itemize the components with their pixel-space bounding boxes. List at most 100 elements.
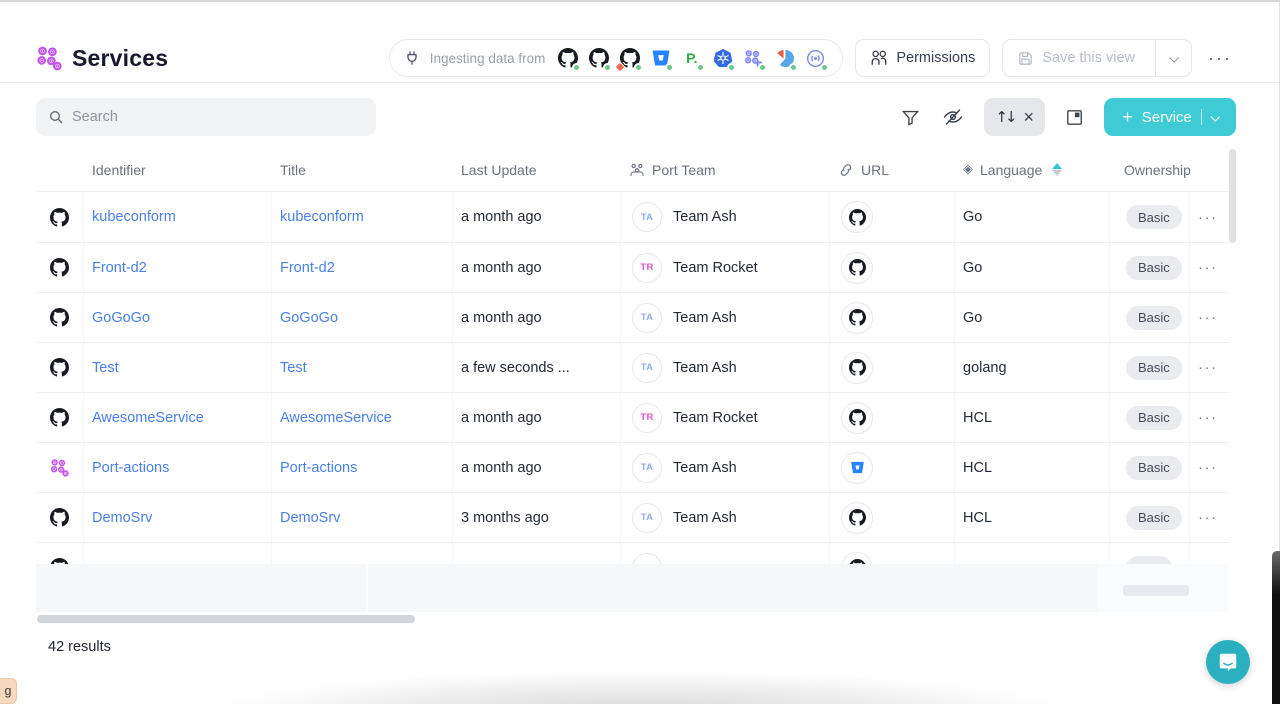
sort-indicator[interactable] — [1052, 163, 1062, 176]
identifier-link[interactable]: DemoSrv — [92, 510, 152, 526]
url-link-button[interactable] — [841, 201, 873, 233]
identifier-link[interactable]: AwesomeService — [92, 410, 204, 426]
github-integration-icon[interactable] — [557, 48, 578, 69]
team-avatar[interactable]: TA — [632, 503, 662, 533]
url-link-button[interactable] — [841, 352, 873, 384]
github-integration-icon[interactable] — [588, 48, 609, 69]
identifier-link[interactable]: Port-actions — [92, 460, 169, 476]
title-link[interactable]: AwesomeService — [280, 410, 392, 426]
bottom-sheet-shadow — [100, 658, 1180, 704]
identifier-link[interactable]: kubeconform — [92, 209, 176, 225]
title-link[interactable]: DemoSrv — [280, 510, 340, 526]
identifier-link[interactable]: Test — [92, 360, 119, 376]
column-header-language[interactable]: ◈Language — [955, 162, 1110, 178]
table-row[interactable]: Front-d2 Front-d2 a month ago TRTeam Roc… — [36, 242, 1229, 292]
identifier-link[interactable]: GoGoGo — [92, 310, 150, 326]
bitbucket-integration-icon[interactable] — [650, 48, 671, 69]
identifier-link[interactable]: Front-d2 — [92, 260, 147, 276]
add-service-button[interactable]: + Service — [1104, 98, 1236, 136]
header-actions: Ingesting data from P. Permissions Save … — [389, 39, 1236, 77]
title-link[interactable]: Front-d2 — [280, 260, 335, 276]
team-avatar[interactable]: TA — [632, 453, 662, 483]
table-header-row: Identifier Title Last Update Port Team U… — [36, 148, 1229, 192]
permissions-button[interactable]: Permissions — [855, 39, 990, 77]
title-link[interactable]: GoGoGo — [280, 310, 338, 326]
save-view-button[interactable]: Save this view — [1002, 39, 1192, 77]
column-header-url[interactable]: URL — [830, 162, 955, 178]
row-menu-button[interactable]: ··· — [1198, 209, 1218, 226]
horizontal-scrollbar[interactable] — [37, 615, 415, 623]
ownership-badge: Basic — [1126, 306, 1182, 330]
api-integration-icon[interactable] — [805, 48, 826, 69]
team-icon — [629, 162, 645, 178]
sort-active-pill[interactable]: ↑↓ × — [984, 98, 1045, 136]
title-link[interactable]: Port-actions — [280, 460, 357, 476]
vertical-scrollbar[interactable] — [1229, 149, 1236, 243]
group-by-button[interactable] — [1063, 106, 1086, 129]
row-menu-button[interactable]: ··· — [1198, 359, 1218, 376]
status-dot — [665, 63, 674, 72]
permissions-label: Permissions — [896, 50, 975, 66]
hide-columns-button[interactable] — [940, 104, 966, 130]
kubernetes-integration-icon[interactable] — [712, 48, 733, 69]
table-row[interactable]: AwesomeService AwesomeService a month ag… — [36, 392, 1229, 442]
save-view-label: Save this view — [1042, 50, 1135, 66]
save-view-main[interactable]: Save this view — [1003, 40, 1147, 76]
table-body: kubeconform kubeconform a month ago TATe… — [36, 192, 1229, 592]
column-header-last-update[interactable]: Last Update — [453, 162, 621, 178]
language-text: golang — [963, 360, 1007, 376]
results-count: 42 results — [48, 639, 111, 655]
table-row[interactable]: GoGoGo GoGoGo a month ago TATeam Ash Go … — [36, 292, 1229, 342]
column-header-ownership[interactable]: Ownership — [1110, 162, 1190, 178]
sort-icon: ↑↓ — [995, 108, 1014, 126]
url-link-button[interactable] — [841, 402, 873, 434]
table-row[interactable]: DemoSrv DemoSrv 3 months ago TATeam Ash … — [36, 492, 1229, 542]
last-update-text: a month ago — [461, 209, 542, 225]
table-row[interactable]: Port-actions Port-actions a month ago TA… — [36, 442, 1229, 492]
intercom-chat-button[interactable] — [1206, 640, 1250, 684]
search-input[interactable] — [72, 109, 364, 125]
column-header-identifier[interactable]: Identifier — [84, 162, 272, 178]
last-update-text: a few seconds ... — [461, 360, 570, 376]
last-update-text: 3 months ago — [461, 510, 549, 526]
corner-widget-badge[interactable]: g — [0, 678, 17, 704]
port-integration-icon[interactable] — [743, 48, 764, 69]
property-icon: ◈ — [963, 162, 973, 177]
filter-button[interactable] — [899, 106, 922, 129]
table-row[interactable]: kubeconform kubeconform a month ago TATe… — [36, 192, 1229, 242]
ownership-badge: Basic — [1126, 256, 1182, 280]
row-menu-button[interactable]: ··· — [1198, 509, 1218, 526]
table-row[interactable]: Test Test a few seconds ... TATeam Ash g… — [36, 342, 1229, 392]
team-avatar[interactable]: TA — [632, 202, 662, 232]
save-view-caret[interactable] — [1155, 40, 1191, 76]
team-avatar[interactable]: TR — [632, 403, 662, 433]
search-box[interactable] — [36, 98, 376, 136]
github-alert-integration-icon[interactable] — [619, 48, 640, 69]
title-link[interactable]: Test — [280, 360, 307, 376]
team-avatar[interactable]: TA — [632, 353, 662, 383]
row-menu-button[interactable]: ··· — [1198, 309, 1218, 326]
team-avatar[interactable]: TR — [632, 253, 662, 283]
chevron-down-icon[interactable] — [1210, 111, 1220, 121]
chat-icon — [1217, 651, 1239, 673]
services-blueprint-icon — [36, 45, 62, 71]
row-menu-button[interactable]: ··· — [1198, 459, 1218, 476]
title-link[interactable]: kubeconform — [280, 209, 364, 225]
row-menu-button[interactable]: ··· — [1198, 259, 1218, 276]
ingesting-data-pill[interactable]: Ingesting data from P. — [389, 39, 844, 77]
column-header-title[interactable]: Title — [272, 162, 453, 178]
plug-icon — [404, 50, 420, 66]
url-link-button[interactable] — [841, 452, 873, 484]
ingesting-label: Ingesting data from — [430, 51, 546, 66]
url-link-button[interactable] — [841, 502, 873, 534]
url-link-button[interactable] — [841, 252, 873, 284]
team-avatar[interactable]: TA — [632, 303, 662, 333]
split-circle-integration-icon[interactable] — [774, 48, 795, 69]
header-more-button[interactable]: ··· — [1204, 48, 1236, 69]
pagerduty-integration-icon[interactable]: P. — [681, 48, 702, 69]
link-icon — [838, 162, 854, 178]
column-header-port-team[interactable]: Port Team — [621, 162, 830, 178]
clear-sort-icon[interactable]: × — [1023, 108, 1034, 126]
row-menu-button[interactable]: ··· — [1198, 409, 1218, 426]
url-link-button[interactable] — [841, 302, 873, 334]
